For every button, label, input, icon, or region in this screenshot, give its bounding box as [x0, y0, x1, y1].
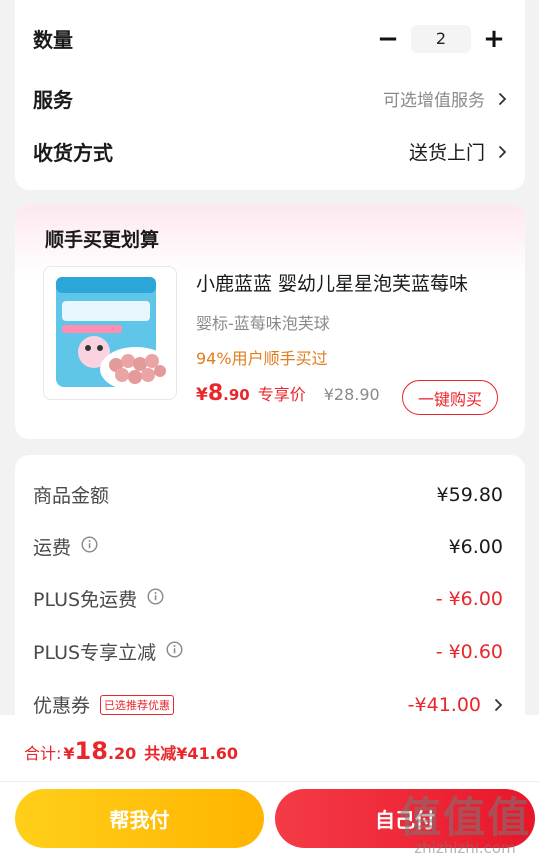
- price-decimal: .90: [223, 386, 250, 404]
- quantity-stepper: − 2 +: [375, 24, 507, 53]
- quantity-row: 数量 − 2 +: [33, 24, 507, 53]
- bundle-title: 顺手买更划算: [45, 229, 160, 251]
- info-icon[interactable]: [147, 588, 164, 609]
- total-discount: 共减¥41.60: [144, 744, 239, 763]
- service-value: 可选增值服务: [383, 91, 485, 111]
- purchase-stat: 94%用户顺手买过: [196, 349, 328, 368]
- delivery-row[interactable]: 收货方式 送货上门: [33, 137, 507, 166]
- price-value: -¥41.00: [407, 693, 481, 716]
- price-label: 商品金额: [33, 485, 110, 507]
- price-value: - ¥0.60: [435, 640, 503, 663]
- total-integer: 18: [74, 737, 108, 765]
- delivery-label: 收货方式: [33, 141, 113, 165]
- price-integer: 8: [207, 381, 224, 406]
- original-price: ¥28.90: [323, 385, 380, 404]
- quantity-value[interactable]: 2: [411, 24, 471, 53]
- watermark: 值值值 zhizhizhi.com: [398, 793, 531, 858]
- price-label: 运费: [33, 537, 72, 559]
- quantity-minus-button[interactable]: −: [375, 26, 401, 52]
- total-label: 合计:: [24, 744, 62, 763]
- order-options-card: 数量 − 2 + 服务 可选增值服务 收货方式 送货上门: [15, 0, 525, 190]
- help-me-pay-button[interactable]: 帮我付: [15, 789, 264, 848]
- divider: [0, 781, 539, 782]
- price-label: PLUS免运费: [33, 589, 138, 611]
- watermark-domain: zhizhizhi.com: [414, 839, 516, 857]
- price-row-shipping: 运费 ¥6.00: [33, 533, 503, 560]
- product-name[interactable]: 小鹿蓝蓝 婴幼儿星星泡芙蓝莓味: [196, 269, 468, 296]
- chevron-right-icon: [485, 92, 507, 106]
- product-price: ¥ 8 .90 专享价 ¥28.90: [196, 381, 380, 406]
- price-label: PLUS专享立减: [33, 642, 157, 664]
- chevron-right-icon: [485, 145, 507, 159]
- info-icon[interactable]: [81, 536, 98, 557]
- info-icon[interactable]: [166, 641, 183, 662]
- chevron-right-icon: [481, 698, 503, 712]
- bundle-offer-card: 顺手买更划算 小鹿蓝蓝 婴幼儿星星泡芙蓝莓味 婴标-蓝莓味泡芙球 94%用户顺手…: [15, 205, 525, 439]
- price-value: - ¥6.00: [435, 587, 503, 610]
- exclusive-price-tag: 专享价: [257, 385, 306, 404]
- total-decimal: .20: [107, 744, 137, 763]
- quantity-label: 数量: [33, 28, 73, 52]
- one-click-buy-button[interactable]: 一键购买: [402, 380, 498, 415]
- price-breakdown-card: 商品金额 ¥59.80 运费 ¥6.00 PLUS免运费 - ¥6.00 PLU…: [15, 455, 525, 745]
- coupon-badge: 已选推荐优惠: [100, 694, 175, 715]
- product-spec: 婴标-蓝莓味泡芙球: [196, 314, 330, 333]
- price-row-plus-discount: PLUS专享立减 - ¥0.60: [33, 638, 503, 665]
- service-label: 服务: [33, 88, 73, 112]
- price-label: 优惠券: [33, 695, 91, 717]
- price-value: ¥59.80: [436, 483, 503, 506]
- price-row-plus-shipping: PLUS免运费 - ¥6.00: [33, 585, 503, 612]
- delivery-value: 送货上门: [408, 142, 485, 164]
- total-summary: 合计: ¥ 18 .20 共减¥41.60: [24, 737, 238, 765]
- service-row[interactable]: 服务 可选增值服务: [33, 84, 507, 113]
- product-image[interactable]: [43, 266, 177, 400]
- total-symbol: ¥: [63, 744, 75, 763]
- quantity-plus-button[interactable]: +: [481, 26, 507, 52]
- price-value: ¥6.00: [448, 535, 503, 558]
- watermark-logo: 值值值: [398, 793, 531, 842]
- price-row-coupon[interactable]: 优惠券 已选推荐优惠 -¥41.00: [33, 691, 503, 718]
- price-symbol: ¥: [196, 385, 208, 405]
- price-row-goods: 商品金额 ¥59.80: [33, 481, 503, 508]
